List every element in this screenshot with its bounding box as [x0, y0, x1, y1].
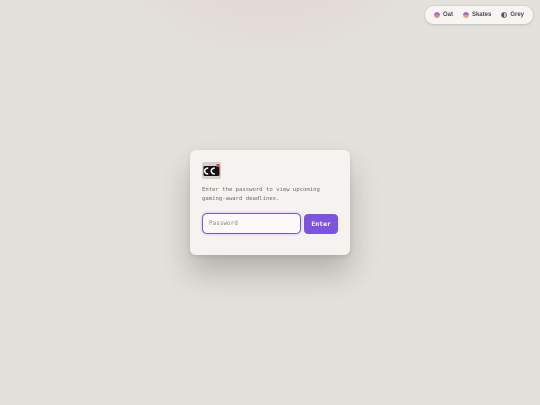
password-card: Enter the password to view upcoming gami… [190, 150, 350, 255]
background-glow [90, 0, 450, 70]
theme-option-skates[interactable]: Skates [458, 8, 496, 22]
theme-switcher: Oat Skates Grey [424, 6, 533, 24]
theme-option-label: Skates [471, 12, 492, 18]
password-input[interactable] [202, 213, 302, 234]
password-form: Enter [202, 213, 338, 234]
grey-swatch-icon [501, 12, 508, 18]
theme-option-label: Oat [442, 12, 453, 18]
skates-swatch-icon [462, 12, 469, 18]
theme-option-grey[interactable]: Grey [496, 8, 529, 22]
theme-option-oat[interactable]: Oat [429, 8, 458, 22]
oat-swatch-icon [433, 12, 440, 18]
password-prompt-text: Enter the password to view upcoming gami… [202, 187, 320, 202]
gaming-logo-icon [202, 162, 221, 179]
theme-option-label: Grey [510, 12, 524, 18]
enter-button[interactable]: Enter [304, 213, 338, 234]
